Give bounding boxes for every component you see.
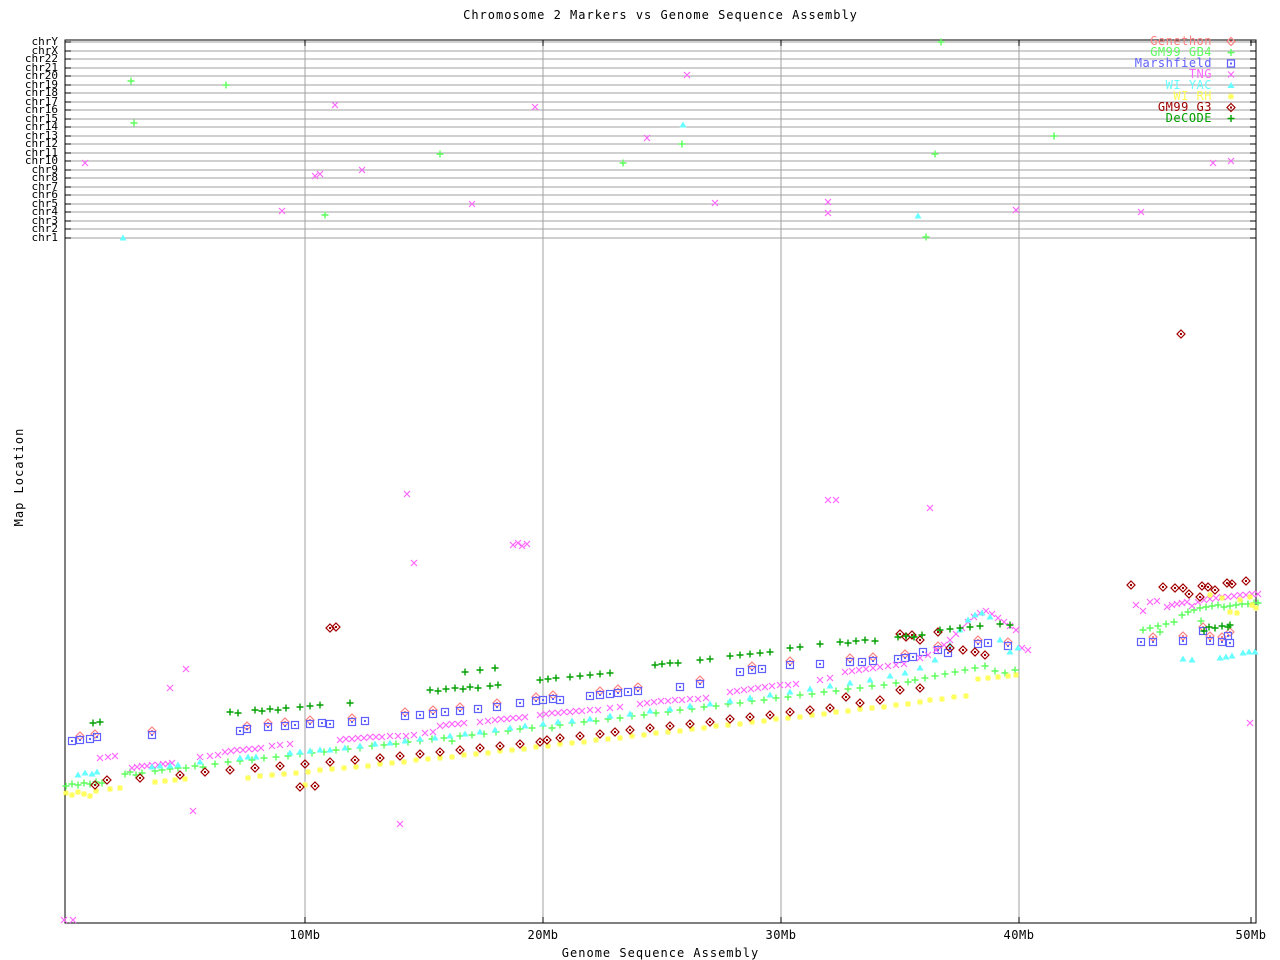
x-tick-label: 50Mb [1236,928,1267,942]
x-tick-label: 30Mb [766,928,797,942]
series-genethon [75,622,1235,741]
x-tick-label: 20Mb [528,928,559,942]
tng-marker-icon [1227,71,1235,78]
x-tick-label: 10Mb [290,928,321,942]
series-marshfield [67,626,1235,746]
series-tng [60,71,1262,924]
gm99-g3-marker-icon [1226,102,1236,113]
wi-rh-marker-icon [1228,93,1234,100]
gm99-gb4-marker-icon [1227,49,1235,56]
x-axis-label: Genome Sequence Assembly [561,946,760,960]
series-gm99-gb4 [62,38,1262,790]
x-tick-label: 40Mb [1004,928,1035,942]
genethon-marker-icon [1226,36,1236,47]
decode-marker-icon [1227,115,1235,122]
series-wi-rh [63,592,1259,799]
legend-item: DeCODE [1135,111,1242,125]
marshfield-marker-icon [1226,59,1236,68]
legend-label: DeCODE [1165,111,1212,125]
series-decode [89,620,1234,727]
chrom-label: chr1 [32,231,59,244]
plot-canvas: chrYchrXchr22chr21chr20chr19chr18chr17ch… [25,35,1267,942]
chart-screenshot: Chromosome 2 Markers vs Genome Sequence … [0,0,1280,960]
wi-yac-marker-icon [1227,82,1235,88]
legend: Genethon GM99 GB4 Marshfield TNG WI YAC WI RH… [1135,35,1242,125]
series-wi-yac [74,121,1259,778]
y-axis-label: Map Location [12,427,26,527]
